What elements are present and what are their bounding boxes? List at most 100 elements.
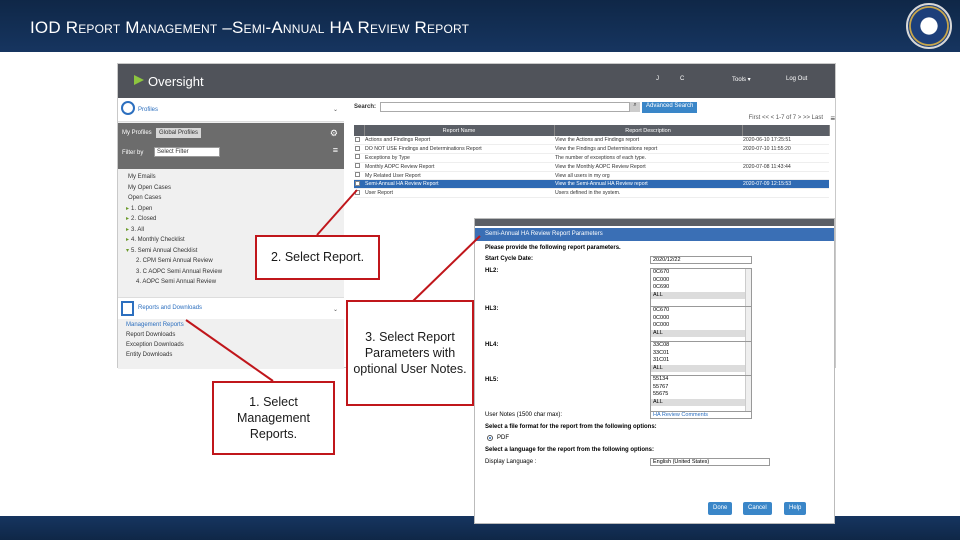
search-icon xyxy=(121,101,135,115)
list-option[interactable]: ALL xyxy=(651,398,751,407)
slide-header: IOD Report Management –Semi-Annual HA Re… xyxy=(0,0,960,52)
advanced-search-button[interactable]: Advanced Search xyxy=(642,102,698,113)
tree-item[interactable]: ▸ 3. All xyxy=(126,225,336,236)
list-option[interactable]: 0C000 xyxy=(651,315,751,323)
table-row[interactable]: Monthly AOPC Review Report View the Month… xyxy=(354,162,829,172)
column-header-report-name[interactable]: Report Name xyxy=(364,125,555,136)
list-option[interactable]: 55767 xyxy=(651,384,751,392)
row-checkbox[interactable] xyxy=(355,180,360,186)
table-row[interactable]: Exceptions by Type The number of exceptio… xyxy=(354,153,829,163)
report-date-cell xyxy=(742,153,829,163)
topnav-item-j[interactable]: J xyxy=(656,76,659,82)
list-option[interactable]: 0C690 xyxy=(651,284,751,292)
column-header-report-description[interactable]: Report Description xyxy=(554,125,743,136)
tree-item[interactable]: ▸ 1. Open xyxy=(126,204,336,215)
report-name-cell[interactable]: Semi-Annual HA Review Report xyxy=(364,179,554,190)
report-name-cell[interactable]: Actions and Findings Report xyxy=(364,136,554,146)
sidebar-item-entity-downloads[interactable]: Entity Downloads xyxy=(126,350,184,360)
callout-step2: 2. Select Report. xyxy=(255,235,380,280)
reports-table: Report Name Report Description Actions a… xyxy=(354,125,830,199)
table-row-selected[interactable]: Semi-Annual HA Review Report View the Sem… xyxy=(354,179,829,190)
report-name-cell[interactable]: DO NOT USE Findings and Determinations R… xyxy=(364,144,554,155)
report-desc-cell: Users defined in the system. xyxy=(554,188,742,199)
start-cycle-select[interactable]: 2020/12/22 xyxy=(650,256,752,264)
hl2-listbox[interactable]: 0C670 0C000 0C690 ALL xyxy=(650,268,752,308)
sidebar-item-exception-downloads[interactable]: Exception Downloads xyxy=(126,340,184,350)
display-language-select[interactable]: English (United States) xyxy=(650,458,770,466)
report-date-cell: 2020-07-09 12:15:53 xyxy=(742,179,829,190)
tab-my-profiles[interactable]: My Profiles xyxy=(122,130,152,136)
row-checkbox[interactable] xyxy=(355,172,360,178)
table-row[interactable]: Actions and Findings Report View the Acti… xyxy=(354,136,829,146)
list-option[interactable]: ALL xyxy=(651,364,751,373)
row-checkbox[interactable] xyxy=(355,163,360,169)
gear-icon[interactable]: ⚙ xyxy=(330,128,338,139)
scrollbar[interactable] xyxy=(745,307,751,345)
cancel-button[interactable]: Cancel xyxy=(743,502,772,515)
list-option[interactable]: 0C670 xyxy=(651,269,751,277)
list-option[interactable]: 33C08 xyxy=(651,342,751,350)
callout-step1: 1. Select Management Reports. xyxy=(212,381,335,455)
row-checkbox[interactable] xyxy=(355,145,360,151)
list-option[interactable]: 0C670 xyxy=(651,307,751,315)
scrollbar[interactable] xyxy=(745,376,751,414)
list-option[interactable]: 0C000 xyxy=(651,277,751,285)
menu-icon[interactable]: ≡ xyxy=(333,145,338,155)
logout-link[interactable]: Log Out xyxy=(786,76,807,82)
radio-pdf[interactable] xyxy=(487,435,493,441)
tree-item[interactable]: My Open Cases xyxy=(126,183,336,194)
help-button[interactable]: Help xyxy=(784,502,807,515)
header-checkbox xyxy=(354,125,365,136)
oversight-logo-icon xyxy=(134,75,144,85)
report-desc-cell: View the Monthly AOPC Review Report xyxy=(554,162,742,172)
report-desc-cell: View all users in my org xyxy=(554,171,742,181)
row-checkbox[interactable] xyxy=(355,189,360,195)
column-header-date[interactable] xyxy=(742,125,830,136)
app-topbar: Oversight J C Tools ▾ Log Out xyxy=(118,64,835,98)
table-row[interactable]: User Report Users defined in the system. xyxy=(354,188,829,199)
reports-header[interactable]: Reports and Downloads ⌄ xyxy=(118,297,344,319)
sidebar-item-management-reports[interactable]: Management Reports xyxy=(126,320,184,330)
tree-item[interactable]: My Emails xyxy=(126,172,336,183)
user-notes-textarea[interactable]: HA Review Comments xyxy=(650,411,752,419)
chevron-down-icon[interactable]: ⌄ xyxy=(333,306,338,313)
report-name-cell[interactable]: Exceptions by Type xyxy=(364,153,554,163)
reports-header-label: Reports and Downloads xyxy=(138,305,203,311)
done-button[interactable]: Done xyxy=(708,502,733,515)
report-desc-cell: View the Actions and Findings report xyxy=(554,136,742,146)
report-name-cell[interactable]: User Report xyxy=(364,188,554,199)
row-checkbox[interactable] xyxy=(355,136,360,142)
list-option[interactable]: ALL xyxy=(651,291,751,300)
search-icon[interactable]: ⌕ xyxy=(630,102,640,112)
table-row[interactable]: DO NOT USE Findings and Determinations R… xyxy=(354,144,829,155)
scrollbar[interactable] xyxy=(745,269,751,307)
list-option[interactable]: 0C000 xyxy=(651,322,751,330)
table-row[interactable]: My Related User Report View all users in … xyxy=(354,171,829,181)
report-desc-cell: View the Semi-Annual HA Review report xyxy=(554,179,742,190)
profiles-header[interactable]: Profiles ⌄ xyxy=(118,98,344,122)
tree-item[interactable]: ▸ 2. Closed xyxy=(126,214,336,225)
list-option[interactable]: 33C01 xyxy=(651,350,751,358)
pager[interactable]: First << < 1-7 of 7 > >> Last xyxy=(749,115,823,121)
hl5-label: HL5: xyxy=(485,377,499,383)
callout-step3: 3. Select Report Parameters with optiona… xyxy=(346,300,474,406)
hl5-listbox[interactable]: 55134 55767 55675 ALL xyxy=(650,375,752,415)
list-option[interactable]: ALL xyxy=(651,329,751,338)
sidebar-item-report-downloads[interactable]: Report Downloads xyxy=(126,330,184,340)
menu-icon[interactable]: ≡ xyxy=(830,114,835,123)
chevron-down-icon[interactable]: ⌄ xyxy=(333,106,338,113)
topnav-item-c[interactable]: C xyxy=(680,76,684,82)
tools-menu[interactable]: Tools ▾ xyxy=(732,76,751,83)
list-option[interactable]: 31C01 xyxy=(651,357,751,365)
tab-global-profiles[interactable]: Global Profiles xyxy=(156,128,202,138)
report-name-cell[interactable]: Monthly AOPC Review Report xyxy=(364,162,554,172)
row-checkbox[interactable] xyxy=(355,154,360,160)
hl3-listbox[interactable]: 0C670 0C000 0C000 ALL xyxy=(650,306,752,346)
list-option[interactable]: 55675 xyxy=(651,391,751,399)
filter-select[interactable]: Select Filter xyxy=(154,147,220,157)
report-date-cell xyxy=(742,188,829,199)
report-name-cell[interactable]: My Related User Report xyxy=(364,171,554,181)
list-option[interactable]: 55134 xyxy=(651,376,751,384)
search-input[interactable] xyxy=(380,102,630,112)
tree-item[interactable]: Open Cases xyxy=(126,193,336,204)
